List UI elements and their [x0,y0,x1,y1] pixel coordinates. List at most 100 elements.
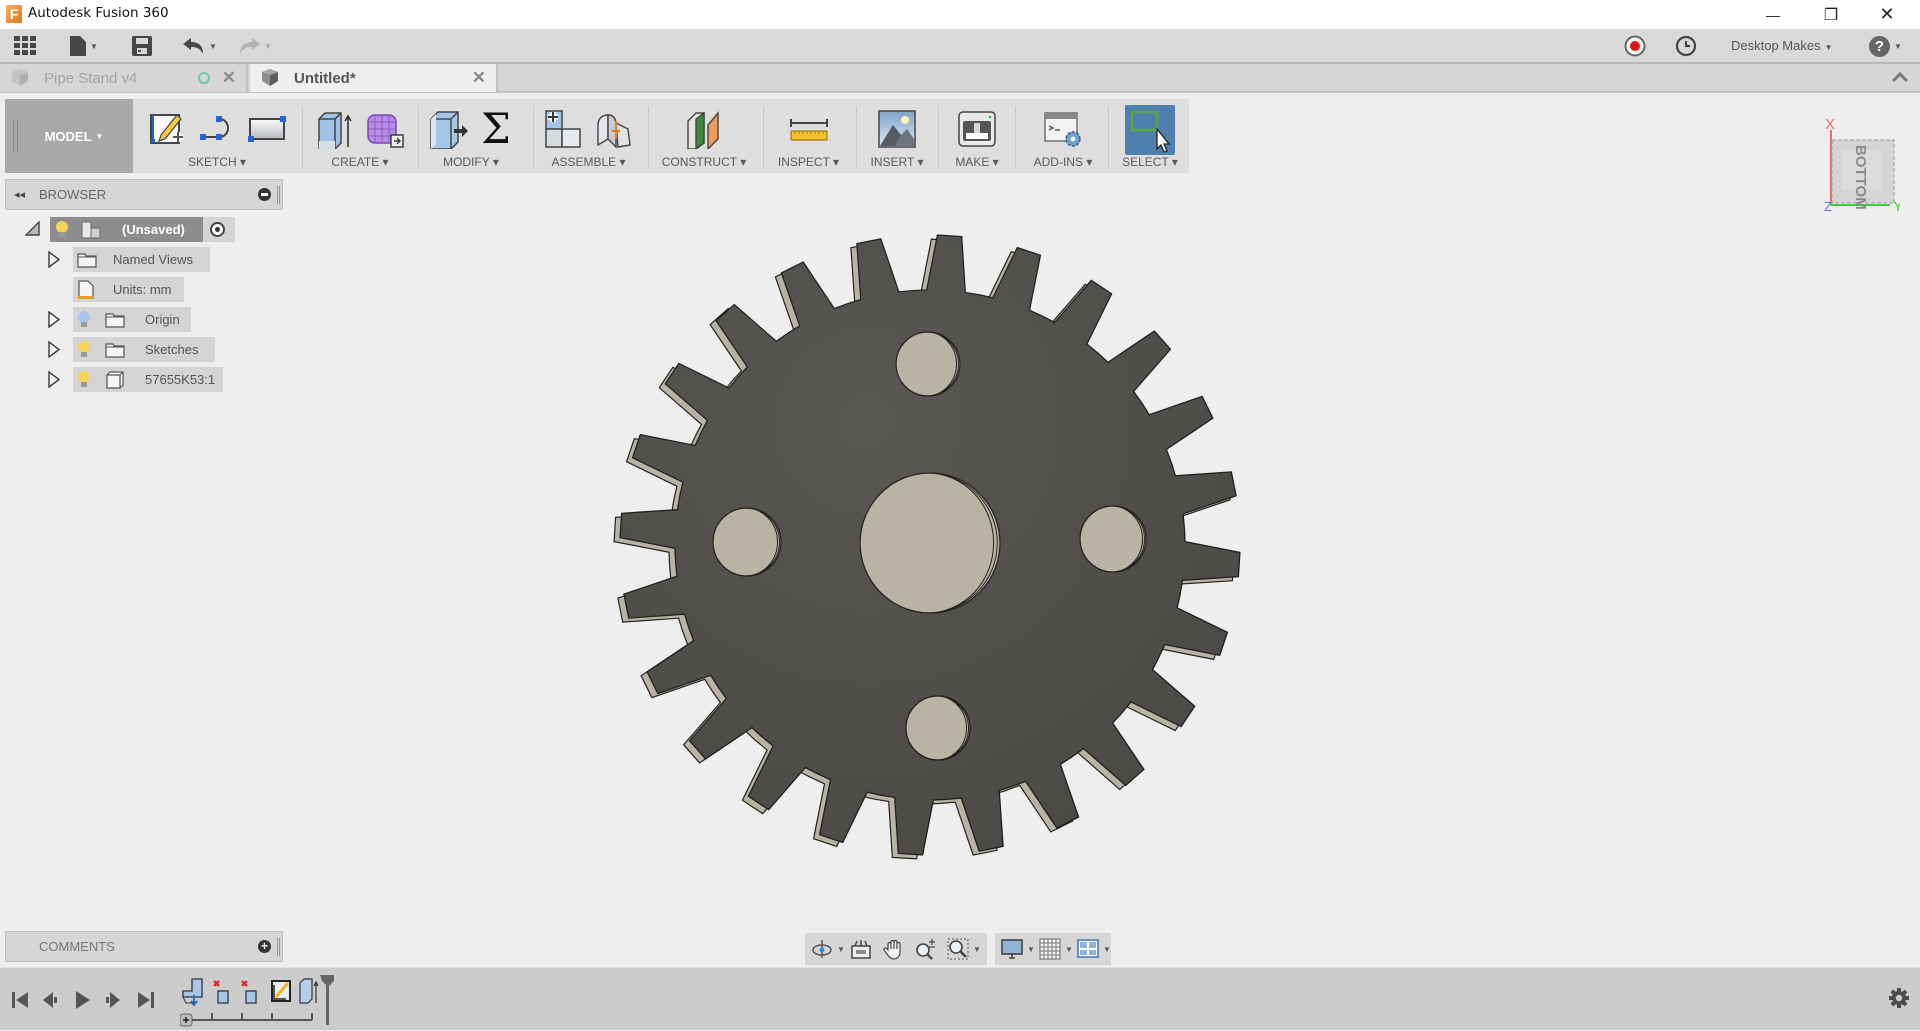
redo-button[interactable]: ▼ [238,35,272,57]
zoom-button[interactable] [915,938,937,960]
chevron-down-icon: ▼ [95,131,104,141]
step-forward-icon[interactable] [106,992,120,1008]
orbit-button[interactable]: ▼ [811,938,845,960]
close-window-button[interactable]: ✕ [1864,0,1910,29]
timeline-feature-delete[interactable] [213,980,229,1004]
minimize-icon: — [1766,6,1780,23]
panel-resize-handle[interactable] [277,186,280,204]
undo-icon [183,38,203,54]
user-name: Desktop Makes [1731,38,1821,53]
chevron-down-icon: ▼ [209,41,217,51]
joint-icon[interactable] [594,109,634,149]
display-settings-icon [1001,939,1023,959]
tab-pipe-stand-v4[interactable]: Pipe Stand v4 ✕ [0,64,248,92]
ribbon-group-inspect: INSPECT ▾ [766,99,851,173]
help-icon: ? [1869,35,1890,57]
ribbon-group-label[interactable]: ADD-INS ▾ [1018,155,1108,169]
timeline-feature-sketch[interactable] [271,980,291,1002]
ribbon-group-label[interactable]: SELECT ▾ [1111,155,1189,169]
comments-panel-header: COMMENTS + [5,931,283,962]
restore-button[interactable]: ❐ [1808,0,1854,29]
record-button[interactable] [1624,35,1646,57]
spline-icon[interactable] [197,109,237,149]
viewcube-face-label: BOTTOM [1852,145,1869,210]
tab-label: Pipe Stand v4 [44,69,138,87]
measure-icon[interactable] [789,109,829,149]
minimize-button[interactable]: — [1750,0,1796,29]
add-comment-icon[interactable]: + [258,940,271,953]
chevron-down-icon: ▼ [1027,944,1035,954]
new-component-icon[interactable] [544,109,584,149]
3d-print-icon[interactable] [957,109,997,149]
close-tab-icon[interactable]: ✕ [222,68,236,88]
timeline-track[interactable] [180,1013,313,1027]
offline-circle-icon [198,72,210,84]
insert-image-icon[interactable] [877,109,917,149]
play-icon[interactable] [76,991,90,1009]
create-form-icon[interactable] [365,109,405,149]
workspace-switcher[interactable]: MODEL ▼ [5,99,133,173]
display-settings-button[interactable]: ▼ [1001,938,1035,960]
tab-untitled[interactable]: Untitled* ✕ [250,64,498,92]
rectangle-icon[interactable] [247,109,287,149]
user-account-menu[interactable]: Desktop Makes ▼ [1731,38,1833,53]
viewcube[interactable]: X Y Z BOTTOM [1800,105,1903,215]
data-panel-button[interactable] [14,35,36,57]
ribbon-group-label[interactable]: CONSTRUCT ▾ [651,155,757,169]
timeline [0,967,1920,1030]
look-at-button[interactable] [850,938,872,960]
ribbon-group-label[interactable]: CREATE ▾ [305,155,415,169]
job-status-button[interactable] [1675,35,1697,57]
settings-gear-icon[interactable] [1888,987,1910,1009]
ribbon-divider [1015,106,1016,168]
chevron-down-icon: ▼ [264,41,272,51]
help-button[interactable]: ? ▼ [1869,35,1902,57]
go-to-end-icon[interactable] [138,992,154,1008]
select-icon[interactable] [1125,105,1175,155]
offset-plane-icon[interactable] [684,109,724,149]
clock-icon [1675,35,1697,57]
close-tab-icon[interactable]: ✕ [472,68,486,88]
collapse-ribbon-button[interactable] [1891,69,1909,87]
extrude-feature-icon [299,978,313,1004]
grid-settings-button[interactable]: ▼ [1039,938,1073,960]
scripts-addins-icon[interactable] [1043,109,1083,149]
create-sketch-icon[interactable] [147,109,187,149]
fit-button[interactable]: ▼ [947,938,981,960]
orbit-icon [812,940,832,958]
parameters-sigma-icon[interactable]: Σ [478,108,514,150]
timeline-feature-derive[interactable] [182,978,203,1007]
quick-access-toolbar: ▼ ▼ ▼ Desktop Makes ▼ ? ▼ [0,29,1920,64]
close-icon: ✕ [1879,4,1895,24]
chevron-down-icon: ▼ [1824,43,1833,52]
press-pull-icon[interactable] [428,109,468,149]
extrude-icon[interactable] [315,109,355,149]
ribbon-group-modify: Σ MODIFY ▾ [421,99,521,173]
workspace-label: MODEL [44,128,92,144]
file-menu-button[interactable]: ▼ [70,35,98,57]
pan-button[interactable] [883,938,905,960]
minimize-panel-icon[interactable] [258,188,271,201]
viewports-button[interactable]: ▼ [1077,938,1111,960]
collapse-panel-icon[interactable]: ◂◂ [14,188,25,201]
ribbon-group-label[interactable]: MAKE ▾ [941,155,1013,169]
panel-resize-handle[interactable] [277,938,280,956]
chevron-down-icon: ▼ [973,944,981,954]
step-back-icon[interactable] [43,992,57,1008]
timeline-feature-delete[interactable] [241,980,257,1004]
viewport-canvas[interactable] [0,210,1920,930]
ribbon-group-create: CREATE ▾ [305,99,415,173]
ribbon-group-label[interactable]: ASSEMBLE ▾ [536,155,641,169]
ribbon-group-label[interactable]: INSPECT ▾ [766,155,851,169]
timeline-marker-handle[interactable] [320,975,334,1025]
ribbon-group-sketch: SKETCH ▾ [137,99,297,173]
timeline-feature-extrude[interactable] [299,978,319,1004]
ribbon-group-label[interactable]: SKETCH ▾ [137,155,297,169]
ribbon-grip-handle[interactable] [13,120,18,152]
browser-title: BROWSER [39,187,107,202]
ribbon-group-label[interactable]: INSERT ▾ [859,155,935,169]
ribbon-group-label[interactable]: MODIFY ▾ [421,155,521,169]
save-button[interactable] [132,35,152,57]
undo-button[interactable]: ▼ [183,35,217,57]
go-to-start-icon[interactable] [12,992,28,1008]
